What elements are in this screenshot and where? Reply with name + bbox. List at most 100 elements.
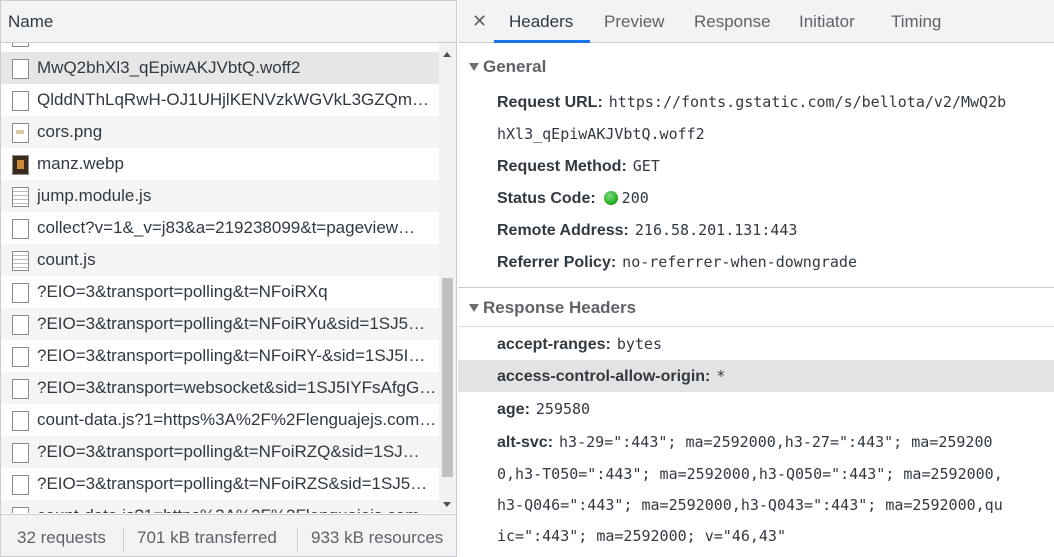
remote-address-key: Remote Address: bbox=[497, 222, 629, 239]
blank-file-icon bbox=[12, 219, 29, 239]
expand-triangle-icon bbox=[469, 304, 479, 312]
alt-svc-value: h3-29=":443"; ma=2592000,h3-27=":443"; m… bbox=[559, 433, 993, 451]
request-row[interactable]: ?EIO=3&transport=polling&t=NFoiRZQ&sid=1… bbox=[1, 436, 439, 468]
request-count: 32 requests bbox=[17, 528, 106, 547]
request-url-value: https://fonts.gstatic.com/s/bellota/v2/M… bbox=[608, 93, 1007, 111]
alt-svc-key: alt-svc: bbox=[497, 434, 554, 451]
summary-bar: 32 requests 701 kB transferred 933 kB re… bbox=[1, 514, 456, 556]
divider bbox=[123, 528, 124, 552]
age-key: age: bbox=[497, 401, 530, 418]
request-name: ?EIO=3&transport=websocket&sid=1SJ5IYFsA… bbox=[37, 378, 437, 397]
blank-file-icon bbox=[12, 379, 29, 399]
section-divider bbox=[458, 287, 1054, 288]
request-list-pane: Name MwQ2bhXl3_qEpiwAKJVbtQ.woff2 QlddNT… bbox=[0, 0, 457, 557]
request-url-key: Request URL: bbox=[497, 94, 603, 111]
accept-ranges-row: accept-ranges: bytes bbox=[497, 328, 662, 361]
file-icon bbox=[12, 43, 29, 47]
request-name: ?EIO=3&transport=polling&t=NFoiRZQ&sid=1… bbox=[37, 442, 420, 461]
request-row[interactable]: collect?v=1&_v=j83&a=219238099&t=pagevie… bbox=[1, 212, 439, 244]
scroll-down-arrow-icon[interactable] bbox=[443, 502, 451, 507]
script-file-icon bbox=[12, 187, 29, 207]
webp-thumbnail-icon bbox=[12, 155, 29, 175]
referrer-policy-value: no-referrer-when-downgrade bbox=[622, 253, 857, 271]
tab-response[interactable]: Response bbox=[694, 12, 771, 32]
referrer-policy-key: Referrer Policy: bbox=[497, 254, 617, 271]
script-file-icon bbox=[12, 251, 29, 271]
request-name: ?EIO=3&transport=polling&t=NFoiRZS&sid=1… bbox=[37, 474, 428, 493]
request-name: ?EIO=3&transport=polling&t=NFoiRXq bbox=[37, 282, 328, 301]
expand-triangle-icon bbox=[469, 63, 479, 71]
request-method-value: GET bbox=[632, 157, 660, 175]
request-row[interactable]: ?EIO=3&transport=websocket&sid=1SJ5IYFsA… bbox=[1, 372, 439, 404]
request-row[interactable]: ?EIO=3&transport=polling&t=NFoiRZS&sid=1… bbox=[1, 468, 439, 500]
request-details-pane: ✕ Headers Preview Response Initiator Tim… bbox=[458, 0, 1054, 557]
blank-file-icon bbox=[12, 443, 29, 463]
request-row[interactable]: count.js bbox=[1, 244, 439, 276]
scrollbar-thumb[interactable] bbox=[442, 278, 453, 477]
request-name: cors.png bbox=[37, 122, 103, 141]
request-row[interactable]: ?EIO=3&transport=polling&t=NFoiRY-&sid=1… bbox=[1, 340, 439, 372]
blank-file-icon bbox=[12, 507, 29, 513]
request-name: MwQ2bhXl3_qEpiwAKJVbtQ.woff2 bbox=[37, 58, 301, 77]
status-ok-icon bbox=[603, 191, 618, 205]
response-headers-section-title: Response Headers bbox=[483, 298, 637, 317]
close-icon[interactable]: ✕ bbox=[472, 11, 487, 32]
request-row[interactable]: MwQ2bhXl3_qEpiwAKJVbtQ.woff2 bbox=[1, 52, 439, 84]
resources-size: 933 kB resources bbox=[311, 528, 444, 547]
alt-svc-value-cont: h3-Q046=":443"; ma=2592000,h3-Q043=":443… bbox=[497, 496, 1003, 514]
blank-file-icon bbox=[12, 347, 29, 367]
age-value: 259580 bbox=[535, 400, 591, 418]
request-name: count-data.js?1=https%3A%2F%2Flenguajejs… bbox=[37, 410, 437, 429]
request-row[interactable]: ?EIO=3&transport=polling&t=NFoiRYu&sid=1… bbox=[1, 308, 439, 340]
name-column-label: Name bbox=[8, 12, 54, 31]
tab-preview[interactable]: Preview bbox=[604, 12, 664, 32]
request-name: ?EIO=3&transport=polling&t=NFoiRY-&sid=1… bbox=[37, 346, 426, 365]
image-file-icon bbox=[12, 123, 29, 143]
referrer-policy-row: Referrer Policy: no-referrer-when-downgra… bbox=[497, 246, 857, 279]
request-row[interactable]: ?EIO=3&transport=polling&t=NFoiRXq bbox=[1, 276, 439, 308]
request-name: collect?v=1&_v=j83&a=219238099&t=pagevie… bbox=[37, 218, 416, 237]
request-row[interactable]: count-data.js?1=https%3A%2F%2Flenguajejs… bbox=[1, 500, 439, 513]
active-tab-indicator bbox=[494, 40, 590, 43]
request-url-row: Request URL: https://fonts.gstatic.com/s/… bbox=[497, 86, 1006, 119]
request-name: count.js bbox=[37, 250, 96, 269]
remote-address-row: Remote Address: 216.58.201.131:443 bbox=[497, 214, 797, 247]
request-name: manz.webp bbox=[37, 154, 124, 173]
status-code-value: 200 bbox=[621, 189, 649, 207]
remote-address-value: 216.58.201.131:443 bbox=[634, 221, 798, 239]
request-row[interactable]: jump.module.js bbox=[1, 180, 439, 212]
divider bbox=[297, 528, 298, 552]
alt-svc-row: alt-svc: h3-29=":443"; ma=2592000,h3-27="… bbox=[497, 426, 993, 459]
tab-headers[interactable]: Headers bbox=[509, 12, 573, 32]
request-row[interactable]: count-data.js?1=https%3A%2F%2Flenguajejs… bbox=[1, 404, 439, 436]
request-url-value-cont: hXl3_qEpiwAKJVbtQ.woff2 bbox=[497, 125, 705, 143]
name-column-header[interactable]: Name bbox=[1, 1, 456, 43]
age-row: age: 259580 bbox=[497, 393, 590, 426]
tab-timing[interactable]: Timing bbox=[891, 12, 941, 32]
status-code-key: Status Code: bbox=[497, 190, 596, 207]
tab-initiator[interactable]: Initiator bbox=[799, 12, 855, 32]
status-code-row: Status Code: 200 bbox=[497, 182, 649, 215]
request-name: jump.module.js bbox=[37, 186, 152, 205]
scroll-up-arrow-icon[interactable] bbox=[443, 52, 451, 57]
request-name: count-data.js?1=https%3A%2F%2Flenguajejs… bbox=[37, 500, 439, 513]
transferred-size: 701 kB transferred bbox=[137, 528, 277, 547]
blank-file-icon bbox=[12, 475, 29, 495]
response-headers-section-header[interactable]: Response Headers bbox=[458, 289, 1054, 327]
blank-file-icon bbox=[12, 59, 29, 79]
blank-file-icon bbox=[12, 283, 29, 303]
general-section-header[interactable]: General bbox=[458, 48, 1054, 86]
access-control-allow-origin-value: * bbox=[716, 367, 726, 385]
request-list-scrollbar[interactable] bbox=[439, 43, 456, 513]
request-method-key: Request Method: bbox=[497, 158, 627, 175]
accept-ranges-value: bytes bbox=[616, 335, 662, 353]
details-tab-bar: ✕ Headers Preview Response Initiator Tim… bbox=[458, 0, 1054, 43]
general-section-title: General bbox=[483, 57, 547, 76]
access-control-allow-origin-row[interactable]: access-control-allow-origin: * bbox=[497, 360, 725, 393]
accept-ranges-key: accept-ranges: bbox=[497, 336, 611, 353]
request-row[interactable]: QlddNThLqRwH-OJ1UHjlKENVzkWGVkL3GZQmA… bbox=[1, 84, 439, 116]
request-row[interactable]: cors.png bbox=[1, 116, 439, 148]
request-row[interactable]: manz.webp bbox=[1, 148, 439, 180]
blank-file-icon bbox=[12, 91, 29, 111]
blank-file-icon bbox=[12, 315, 29, 335]
